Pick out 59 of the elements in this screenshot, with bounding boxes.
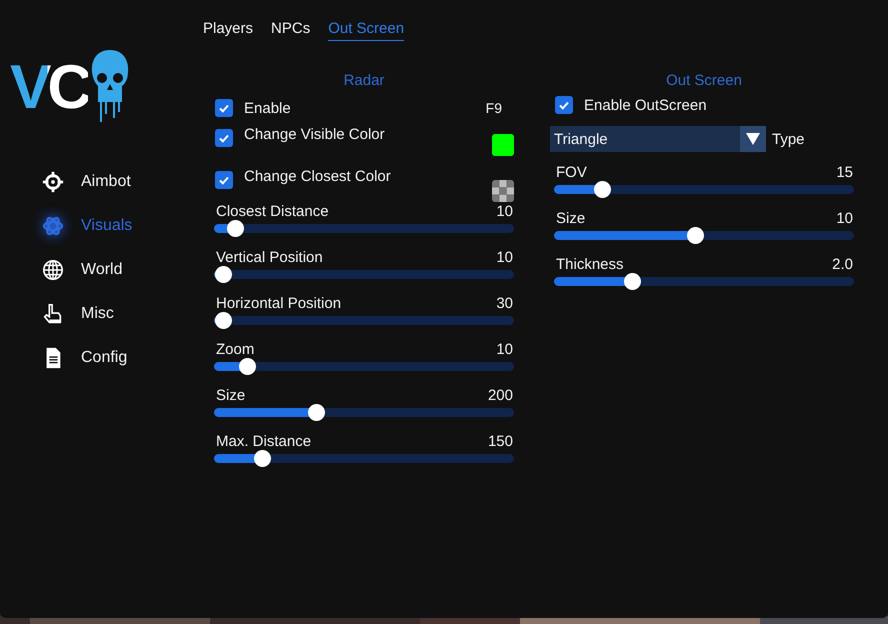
sidebar-item[interactable]: Visuals: [42, 214, 200, 238]
sidebar-item[interactable]: Misc: [42, 302, 200, 326]
type-dropdown[interactable]: Triangle: [550, 126, 766, 152]
tab[interactable]: Players: [203, 18, 254, 41]
checkbox[interactable]: [555, 96, 573, 114]
slider-label: Size: [216, 387, 246, 404]
slider-label: Vertical Position: [216, 249, 323, 266]
slider-value: 10: [496, 249, 513, 266]
pointing-hand-icon: [42, 303, 64, 325]
dropdown-label: Type: [772, 130, 805, 148]
slider-label: Size: [556, 210, 586, 227]
slider-value: 15: [836, 164, 853, 181]
section-heading: Radar: [342, 72, 386, 90]
option-label: Change Visible Color: [244, 126, 386, 143]
slider-value: 10: [836, 210, 853, 227]
sidebar-item[interactable]: Config: [42, 346, 200, 370]
slider-value: 200: [488, 387, 513, 404]
hotkey-label: F9: [486, 100, 502, 116]
slider-label: Max. Distance: [216, 433, 312, 450]
checkbox[interactable]: [215, 99, 233, 117]
caret-icon: [746, 132, 760, 146]
globe-icon: [42, 259, 64, 281]
slider-thumb[interactable]: [215, 312, 232, 329]
checkbox[interactable]: [215, 129, 233, 147]
slider-thumb[interactable]: [308, 404, 325, 421]
option-label: Enable OutScreen: [584, 96, 708, 114]
slider-label: Zoom: [216, 341, 254, 358]
option-label: Change Closest Color: [244, 168, 392, 185]
option-label: Enable: [244, 100, 292, 116]
slider-thumb[interactable]: [215, 266, 232, 283]
slider-label: Horizontal Position: [216, 295, 342, 312]
tab[interactable]: Out Screen: [328, 18, 404, 41]
slider-value: 10: [496, 341, 513, 358]
slider-thumb[interactable]: [239, 358, 256, 375]
checkmark-icon: [218, 174, 230, 186]
checkmark-icon: [558, 99, 570, 111]
sidebar-item[interactable]: Aimbot: [42, 170, 200, 194]
slider-thumb[interactable]: [594, 181, 611, 198]
slider-label: FOV: [556, 164, 587, 181]
slider-thumb[interactable]: [624, 273, 641, 290]
color-swatch[interactable]: [492, 134, 514, 156]
tab[interactable]: NPCs: [271, 18, 310, 41]
slider-label: Thickness: [556, 256, 624, 273]
flower-icon: [42, 215, 64, 237]
section-heading: Out Screen: [665, 72, 743, 90]
slider-value: 30: [496, 295, 513, 312]
slider-value: 2.0: [832, 256, 853, 273]
slider-thumb[interactable]: [227, 220, 244, 237]
slider-label: Closest Distance: [216, 203, 329, 220]
slider-thumb[interactable]: [687, 227, 704, 244]
slider-thumb[interactable]: [254, 450, 271, 467]
checkmark-icon: [218, 132, 230, 144]
transparent-color-swatch[interactable]: [492, 180, 514, 202]
slider-value: 150: [488, 433, 513, 450]
sidebar-item[interactable]: World: [42, 258, 200, 282]
checkbox[interactable]: [215, 171, 233, 189]
slider-value: 10: [496, 203, 513, 220]
crosshair-icon: [42, 171, 64, 193]
checkmark-icon: [218, 102, 230, 114]
